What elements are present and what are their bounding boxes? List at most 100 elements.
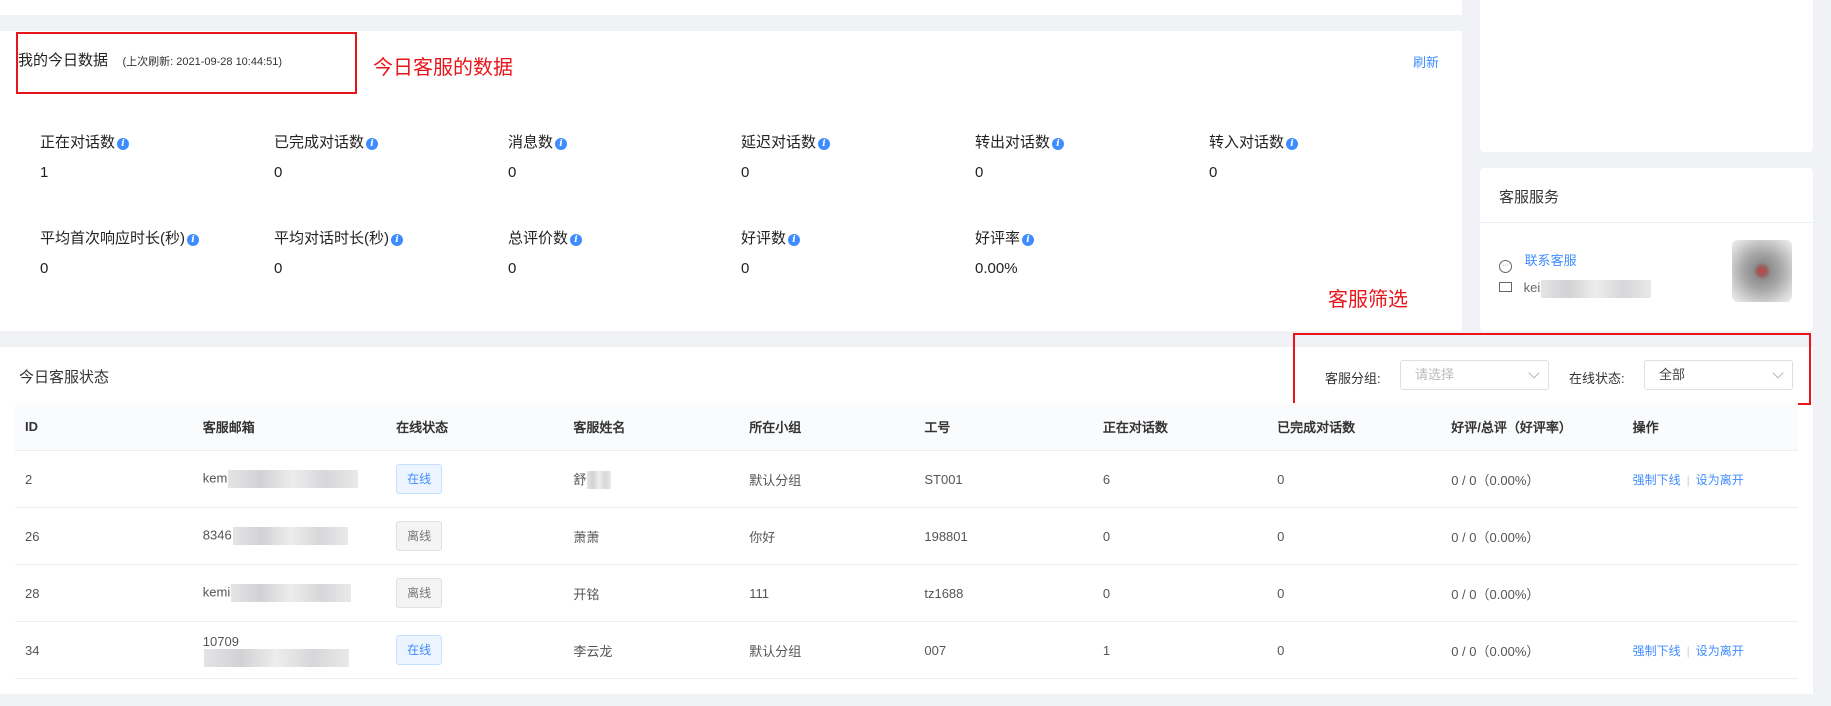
cell-status: 在线 (386, 450, 564, 508)
force-offline-button[interactable]: 强制下线 (1633, 473, 1681, 487)
top-card-strip (0, 0, 1462, 15)
cell-done: 0 (1267, 564, 1442, 622)
info-icon[interactable]: i (788, 234, 801, 246)
header-col-group: 所在小组 (739, 403, 915, 451)
cell-id: 26 (15, 507, 193, 565)
cell-actions (1622, 507, 1798, 565)
right-top-panel (1480, 0, 1813, 152)
cell-rating: 0 / 0（0.00%） (1441, 507, 1623, 565)
stat-value: 0.00% (975, 260, 1018, 277)
stat-item: 转入对话数 i 0 (1209, 131, 1439, 181)
cell-job: 198801 (914, 507, 1093, 565)
stat-value: 0 (274, 260, 283, 277)
qr-code-image (1732, 240, 1792, 302)
force-offline-button[interactable]: 强制下线 (1633, 644, 1681, 658)
cell-name: 萧萧 (563, 507, 740, 565)
cell-active: 6 (1092, 450, 1268, 508)
cell-active: 0 (1092, 507, 1268, 565)
stat-label: 总评价数 i (508, 227, 738, 248)
stat-item: 延迟对话数 i 0 (741, 131, 971, 181)
mail-icon (1499, 282, 1512, 293)
refresh-button[interactable]: 刷新 (1413, 52, 1439, 71)
cell-group: 默认分组 (739, 621, 915, 679)
cell-job: 007 (914, 621, 1093, 679)
contact-row[interactable]: ··· 联系客服 (1499, 250, 1577, 273)
cell-rating: 0 / 0（0.00%） (1441, 564, 1623, 622)
email-blur (231, 584, 352, 602)
cell-name: 开铭 (563, 564, 740, 622)
info-icon[interactable]: i (187, 234, 199, 246)
stat-label: 消息数 i (508, 131, 738, 152)
stat-item: 消息数 i 0 (508, 131, 738, 181)
cell-rating: 0 / 0（0.00%） (1441, 621, 1623, 679)
stat-label: 平均对话时长(秒) i (274, 227, 504, 248)
stat-item: 正在对话数 i 1 (40, 131, 270, 181)
info-icon[interactable]: i (391, 234, 403, 246)
cell-name: 舒 (563, 450, 740, 508)
contact-service-link[interactable]: 联系客服 (1525, 253, 1577, 268)
cell-done: 0 (1267, 450, 1442, 508)
table-row: 34 10709 在线 李云龙 默认分组 007 1 0 0 / 0（0.00%） 强制下线 | 设为… (15, 621, 1798, 679)
set-away-button[interactable]: 设为离开 (1696, 644, 1744, 658)
stat-label: 平均首次响应时长(秒) i (40, 227, 270, 248)
info-icon[interactable]: i (555, 138, 568, 150)
cell-group: 默认分组 (739, 450, 915, 508)
cell-email: 8346 (192, 507, 387, 565)
info-icon[interactable]: i (1052, 138, 1065, 150)
header-col-email: 客服邮箱 (192, 403, 387, 451)
stat-item: 好评数 i 0 (741, 227, 971, 277)
cell-id: 34 (15, 621, 193, 679)
stat-label: 好评率 i (975, 227, 1205, 248)
email-blur (228, 470, 359, 488)
header-col-job: 工号 (914, 403, 1093, 451)
set-away-button[interactable]: 设为离开 (1696, 473, 1744, 487)
info-icon[interactable]: i (1286, 138, 1299, 150)
email-blur (232, 527, 348, 545)
header-col-id: ID (15, 403, 193, 451)
header-col-rating: 好评/总评（好评率） (1441, 403, 1623, 451)
info-icon[interactable]: i (366, 138, 379, 150)
cell-status: 离线 (386, 507, 564, 565)
cell-done: 0 (1267, 507, 1442, 565)
table-row: 2 kem 在线 舒默认分组 ST001 6 0 0 / 0（0.00%） 强制下线 | 设为离开 (15, 450, 1798, 508)
stat-item: 平均首次响应时长(秒) i 0 (40, 227, 270, 277)
action-separator: | (1686, 472, 1690, 487)
stat-value: 0 (508, 164, 517, 181)
service-divider (1480, 222, 1813, 223)
status-badge: 在线 (396, 464, 443, 494)
service-email: kei (1523, 280, 1541, 296)
cell-done: 0 (1267, 621, 1442, 679)
info-icon[interactable]: i (1022, 234, 1035, 246)
cell-group: 111 (739, 564, 915, 622)
table-row: 26 8346 离线 萧萧 你好 198801 0 0 0 / 0（0.00%） (15, 507, 1798, 565)
stat-item: 已完成对话数 i 0 (274, 131, 504, 181)
cell-name: 李云龙 (563, 621, 740, 679)
annotation-box-today (16, 32, 357, 94)
stat-item: 总评价数 i 0 (508, 227, 738, 277)
name-blur (587, 471, 612, 490)
stat-label: 延迟对话数 i (741, 131, 971, 152)
email-row: kei (1499, 280, 1652, 298)
service-card: 客服服务 ··· 联系客服 kei (1480, 168, 1813, 331)
stat-label: 已完成对话数 i (274, 131, 504, 152)
email-blur (203, 648, 349, 667)
table-row: 28 kemi 离线 开铭 111 tz1688 0 0 0 / 0（0.00%） (15, 564, 1798, 622)
stat-value: 0 (274, 164, 283, 181)
stat-value: 0 (975, 164, 984, 181)
stat-value: 0 (741, 260, 750, 277)
status-badge: 在线 (396, 635, 443, 665)
stat-value: 0 (40, 260, 49, 277)
table-body: 2 kem 在线舒默认分组 ST001 6 0 0 / 0（0.00%） 强制下线 | 设为离开 2… (15, 450, 1798, 679)
stat-item: 转出对话数 i 0 (975, 131, 1205, 181)
stat-value: 0 (1209, 164, 1218, 181)
action-separator: | (1686, 643, 1690, 658)
stat-item: 好评率 i 0.00% (975, 227, 1205, 277)
cell-actions (1622, 564, 1798, 622)
info-icon[interactable]: i (570, 234, 583, 246)
info-icon[interactable]: i (818, 138, 831, 150)
info-icon[interactable]: i (117, 138, 130, 150)
header-col-status: 在线状态 (386, 403, 564, 451)
service-title: 客服服务 (1499, 189, 1560, 206)
table-header-row: ID 客服邮箱 在线状态 客服姓名 所在小组 工号 正在对话数 已完成对话数 好评/总评（好评率… (15, 403, 1798, 451)
cell-status: 在线 (386, 621, 564, 679)
